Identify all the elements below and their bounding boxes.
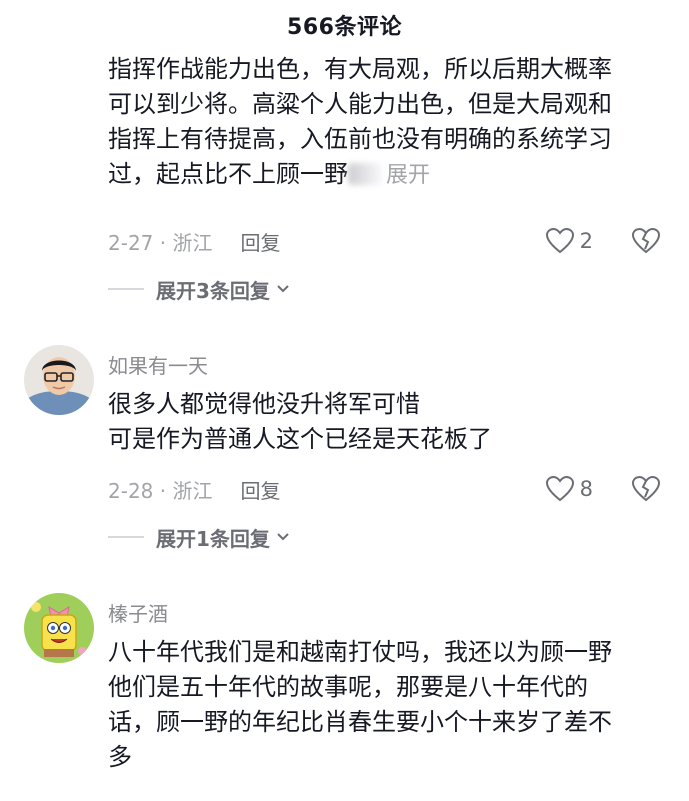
comments-header: 566条评论 — [0, 0, 689, 46]
avatar[interactable] — [24, 593, 94, 663]
comment-line: 多 — [108, 743, 132, 771]
heart-outline-icon — [545, 476, 574, 502]
comment-line: 过，起点比不上顾一野 — [108, 160, 348, 188]
comment-line: 可是作为普通人这个已经是天花板了 — [108, 425, 492, 453]
comment-line: 很多人都觉得他没升将军可惜 — [108, 390, 420, 418]
truncation-fade — [348, 163, 382, 185]
comment-username[interactable]: 如果有一天 — [108, 350, 208, 379]
comment-text: 很多人都觉得他没升将军可惜 可是作为普通人这个已经是天花板了 — [108, 387, 492, 457]
expand-text-link[interactable]: 展开 — [386, 163, 430, 188]
like-button[interactable]: 2 — [545, 226, 593, 256]
comment-last-line: 过，起点比不上顾一野 展开 — [108, 157, 612, 192]
date-location: 2-27 · 浙江 — [108, 230, 213, 255]
avatar[interactable] — [24, 345, 94, 415]
comment-meta: 2-28 · 浙江 回复 — [108, 474, 280, 504]
comment-line: 可以到少将。高粱个人能力出色，但是大局观和 — [108, 90, 612, 118]
comment-meta: 2-27 · 浙江 回复 — [108, 226, 280, 256]
like-count: 2 — [579, 229, 593, 253]
comment-line: 话，顾一野的年纪比肖春生要小个十来岁了差不 — [108, 708, 612, 736]
user-avatar-photo — [24, 345, 94, 415]
expand-replies-label: 展开1条回复 — [156, 526, 270, 551]
chevron-down-icon — [277, 285, 289, 293]
like-button[interactable]: 8 — [545, 474, 593, 504]
heart-outline-icon — [545, 228, 574, 254]
cartoon-avatar-image — [24, 593, 94, 663]
reply-button[interactable]: 回复 — [240, 475, 280, 504]
comment-count-title: 566条评论 — [287, 15, 402, 40]
broken-heart-icon — [632, 228, 660, 254]
comment-line: 指挥作战能力出色，有大局观，所以后期大概率 — [108, 55, 612, 83]
expand-replies-label: 展开3条回复 — [156, 278, 270, 303]
broken-heart-icon — [632, 476, 660, 502]
like-count: 8 — [579, 477, 593, 501]
dislike-button[interactable] — [632, 226, 660, 256]
comment-line: 八十年代我们是和越南打仗吗，我还以为顾一野 — [108, 638, 612, 666]
comment-line: 指挥上有待提高，入伍前也没有明确的系统学习 — [108, 125, 612, 153]
comment-username[interactable]: 榛子酒 — [108, 598, 168, 627]
chevron-down-icon — [277, 533, 289, 541]
expand-replies-button[interactable]: 展开3条回复 — [108, 274, 290, 304]
date-location: 2-28 · 浙江 — [108, 478, 213, 503]
comment-text: 八十年代我们是和越南打仗吗，我还以为顾一野 他们是五十年代的故事呢，那要是八十年… — [108, 635, 612, 775]
comment-line: 他们是五十年代的故事呢，那要是八十年代的 — [108, 673, 588, 701]
expand-divider — [108, 288, 144, 290]
reply-button[interactable]: 回复 — [240, 227, 280, 256]
dislike-button[interactable] — [632, 474, 660, 504]
comment-text: 指挥作战能力出色，有大局观，所以后期大概率 可以到少将。高粱个人能力出色，但是大… — [108, 52, 612, 192]
expand-divider — [108, 536, 144, 538]
expand-replies-button[interactable]: 展开1条回复 — [108, 522, 290, 552]
